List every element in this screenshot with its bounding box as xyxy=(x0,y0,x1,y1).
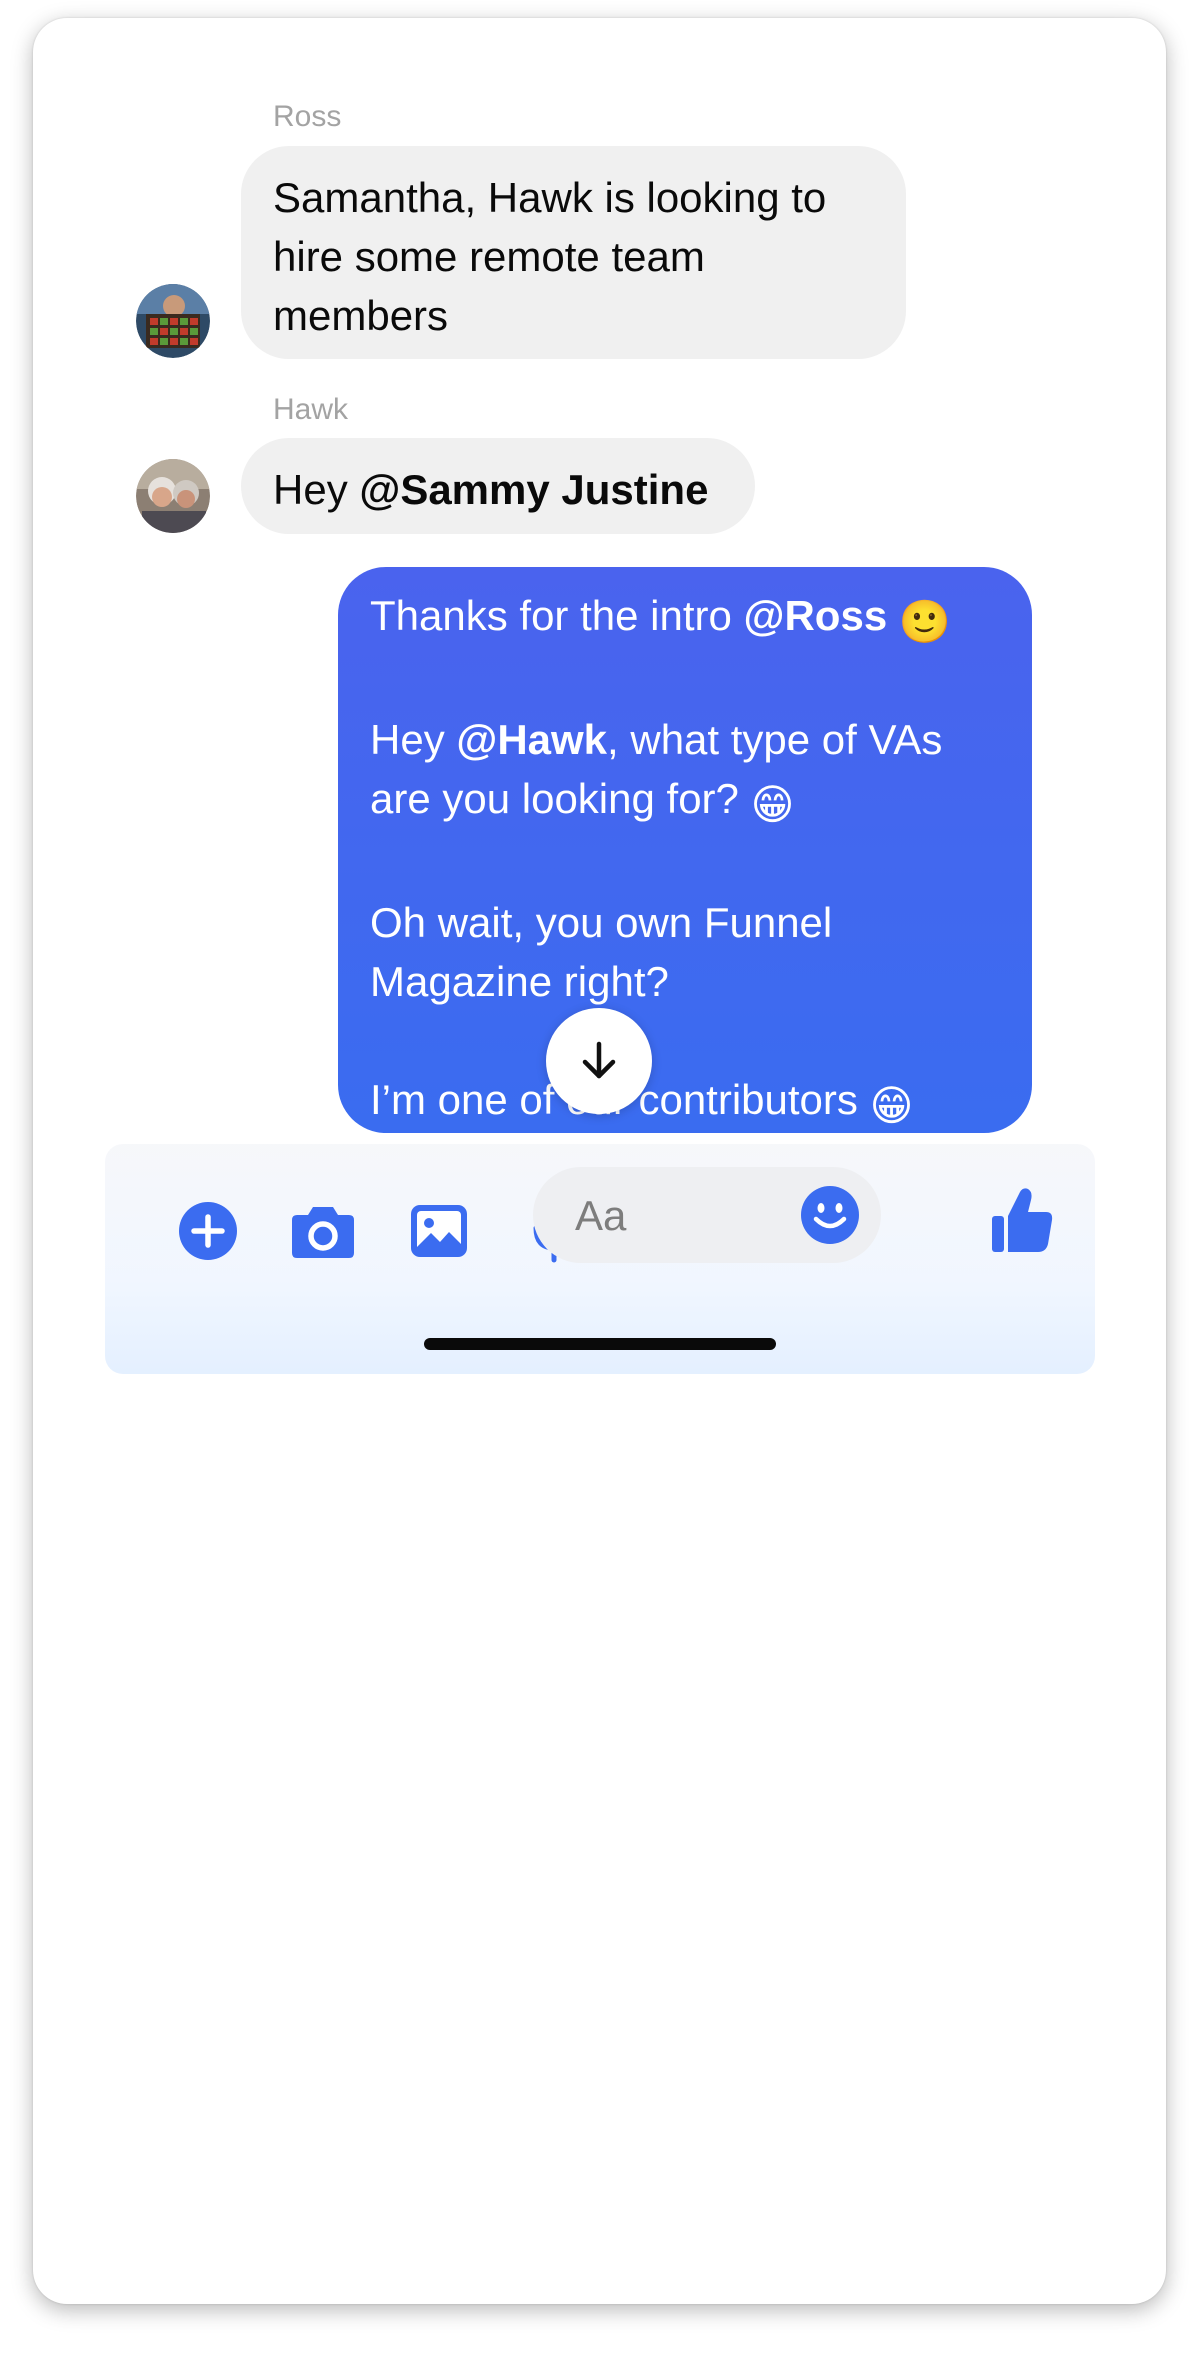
grin-emoji: 😁 xyxy=(750,781,795,828)
message-input[interactable] xyxy=(573,1167,797,1265)
phone-screen: Ross Samantha, Hawk is looking to hire s… xyxy=(33,18,1166,2304)
add-button[interactable] xyxy=(176,1199,240,1263)
mention-ross[interactable]: @Ross xyxy=(744,592,888,639)
emoji-button[interactable] xyxy=(800,1185,860,1245)
image-icon xyxy=(411,1205,467,1257)
message-paragraph-4: I’m one of our contributors 😁 xyxy=(370,1070,1000,1135)
message-text-prefix: Hey xyxy=(273,466,360,513)
message-text: Hey xyxy=(370,716,457,763)
message-bubble-outgoing[interactable]: Thanks for the intro @Ross 🙂 Hey @Hawk, … xyxy=(338,567,1032,1133)
avatar-hawk[interactable] xyxy=(136,459,210,533)
message-bubble-hawk[interactable]: Hey @Sammy Justine xyxy=(241,438,755,534)
like-button[interactable] xyxy=(990,1186,1054,1254)
thumbs-up-icon xyxy=(992,1188,1053,1252)
message-text: Thanks for the intro xyxy=(370,592,744,639)
mention-sammy-justine[interactable]: @Sammy Justine xyxy=(359,466,708,513)
message-bubble-ross[interactable]: Samantha, Hawk is looking to hire some r… xyxy=(241,146,906,359)
sender-name-hawk: Hawk xyxy=(273,393,349,426)
scroll-to-bottom-button[interactable] xyxy=(546,1008,652,1114)
camera-icon xyxy=(292,1207,354,1258)
message-paragraph-2: Hey @Hawk, what type of VAs are you look… xyxy=(370,710,1000,834)
home-indicator xyxy=(424,1338,776,1350)
smiley-icon xyxy=(801,1186,859,1244)
gallery-button[interactable] xyxy=(407,1199,471,1263)
arrow-down-icon xyxy=(582,1041,616,1079)
message-paragraph-3: Oh wait, you own Funnel Magazine right? xyxy=(370,899,833,1005)
message-composer[interactable] xyxy=(533,1167,881,1265)
plus-circle-icon xyxy=(179,1202,237,1260)
sender-name-ross: Ross xyxy=(273,100,342,133)
message-text: Samantha, Hawk is looking to hire some r… xyxy=(273,174,827,339)
slight-smile-emoji: 🙂 xyxy=(898,598,952,645)
grin-emoji: 😁 xyxy=(869,1082,914,1129)
message-paragraph-1: Thanks for the intro @Ross 🙂 xyxy=(370,586,1000,651)
avatar-ross[interactable] xyxy=(136,284,210,358)
camera-button[interactable] xyxy=(291,1199,355,1263)
mention-hawk[interactable]: @Hawk xyxy=(456,716,607,763)
